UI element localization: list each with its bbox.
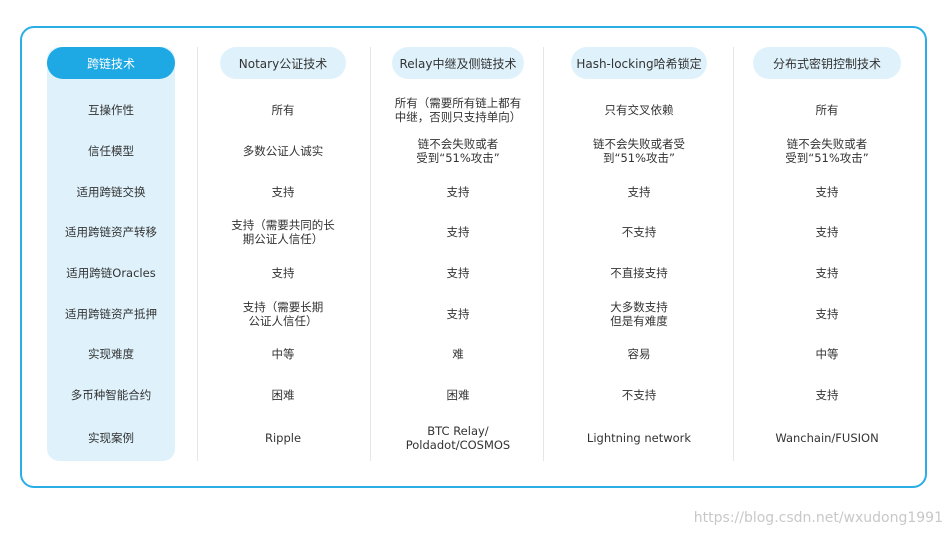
table-cell: 支持 bbox=[815, 388, 839, 402]
table-cell: BTC Relay/Poldadot/COSMOS bbox=[405, 424, 511, 452]
table-cell: 链不会失败或者受到“51%攻击” bbox=[416, 137, 500, 165]
column-separator bbox=[543, 47, 544, 461]
table-cell: 多数公证人诚实 bbox=[242, 144, 324, 158]
column-header: Hash-locking哈希锁定 bbox=[571, 47, 707, 79]
column-separator bbox=[197, 47, 198, 461]
table-cell: 不直接支持 bbox=[610, 266, 668, 280]
table-cell: 大多数支持 但是有难度 bbox=[610, 300, 668, 328]
table-cell: 支持（需要长期 公证人信任） bbox=[242, 300, 324, 328]
table-cell: 所有（需要所有链上都有 中继，否则只支持单向） bbox=[394, 96, 522, 124]
table-cell: 中等 bbox=[815, 347, 839, 361]
table-cell: 支持 bbox=[815, 225, 839, 239]
row-label: 适用跨链Oracles bbox=[66, 266, 156, 280]
row-label: 适用跨链资产抵押 bbox=[65, 307, 157, 321]
row-label: 互操作性 bbox=[88, 103, 134, 117]
table-cell: 支持 bbox=[271, 266, 295, 280]
row-label: 信任模型 bbox=[88, 144, 134, 158]
row-label: 多币种智能合约 bbox=[70, 388, 152, 402]
column-header: Notary公证技术 bbox=[220, 47, 346, 79]
table-cell: 困难 bbox=[446, 388, 470, 402]
table-cell: 支持 bbox=[271, 185, 295, 199]
table-cell: 难 bbox=[452, 347, 464, 361]
column-header: Relay中继及侧链技术 bbox=[392, 47, 524, 79]
table-cell: Wanchain/FUSION bbox=[775, 431, 879, 445]
row-label: 实现案例 bbox=[88, 431, 134, 445]
row-label: 实现难度 bbox=[88, 347, 134, 361]
table-cell: 不支持 bbox=[621, 225, 657, 239]
table-cell: 只有交叉依赖 bbox=[604, 103, 674, 117]
watermark: https://blog.csdn.net/wxudong1991 bbox=[693, 510, 943, 526]
table-cell: 困难 bbox=[271, 388, 295, 402]
table-cell: 链不会失败或者受到“51%攻击” bbox=[593, 137, 685, 165]
table-cell: 支持（需要共同的长 期公证人信任） bbox=[231, 218, 335, 246]
table-cell: 链不会失败或者受到“51%攻击” bbox=[785, 137, 869, 165]
table-cell: 容易 bbox=[627, 347, 651, 361]
table-cell: 支持 bbox=[815, 266, 839, 280]
table-cell: 支持 bbox=[627, 185, 651, 199]
row-label: 适用跨链交换 bbox=[76, 185, 146, 199]
table-cell: 所有 bbox=[271, 103, 295, 117]
table-cell: 支持 bbox=[446, 225, 470, 239]
table-cell: 支持 bbox=[815, 185, 839, 199]
corner-header: 跨链技术 bbox=[47, 47, 175, 79]
table-cell: 支持 bbox=[446, 185, 470, 199]
column-header: 分布式密钥控制技术 bbox=[753, 47, 901, 79]
row-label: 适用跨链资产转移 bbox=[65, 225, 157, 239]
table-cell: 不支持 bbox=[621, 388, 657, 402]
table-cell: Ripple bbox=[264, 431, 302, 445]
column-separator bbox=[370, 47, 371, 461]
table-cell: 支持 bbox=[446, 307, 470, 321]
table-cell: 所有 bbox=[815, 103, 839, 117]
table-cell: 中等 bbox=[271, 347, 295, 361]
table-cell: 支持 bbox=[446, 266, 470, 280]
table-cell: Lightning network bbox=[586, 431, 692, 445]
table-cell: 支持 bbox=[815, 307, 839, 321]
column-separator bbox=[733, 47, 734, 461]
